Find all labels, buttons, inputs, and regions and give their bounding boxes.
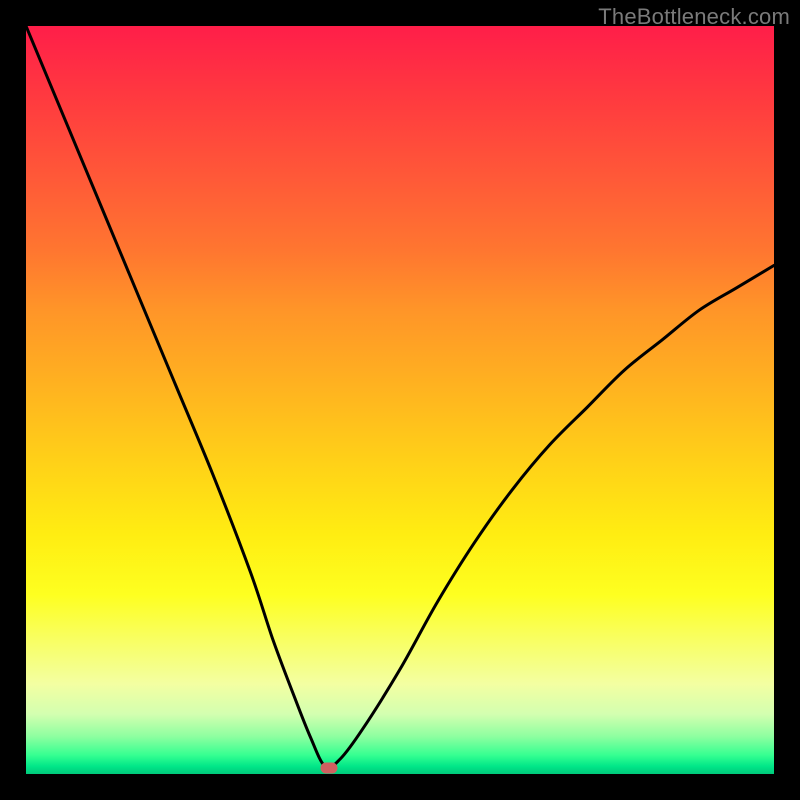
watermark-text: TheBottleneck.com bbox=[598, 4, 790, 30]
optimal-point-marker bbox=[320, 763, 337, 774]
bottleneck-curve bbox=[26, 26, 774, 774]
chart-frame: TheBottleneck.com bbox=[0, 0, 800, 800]
plot-area bbox=[26, 26, 774, 774]
